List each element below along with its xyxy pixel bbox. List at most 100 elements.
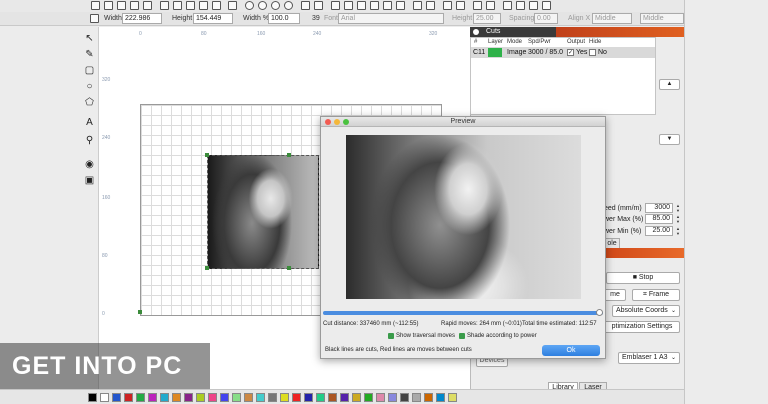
- lock-icon[interactable]: [90, 14, 99, 23]
- color-swatch[interactable]: [292, 393, 301, 402]
- power-max-stepper[interactable]: ▲ ▼: [675, 214, 681, 224]
- layer-color-swatch[interactable]: [488, 48, 502, 57]
- power-max-input[interactable]: 85.00: [645, 214, 673, 224]
- text-tool-icon[interactable]: A: [84, 117, 95, 128]
- cut-icon[interactable]: [160, 1, 169, 10]
- speed-input[interactable]: 3000: [645, 203, 673, 213]
- new-file-icon[interactable]: [91, 1, 100, 10]
- copy-icon[interactable]: [173, 1, 182, 10]
- move-layer-up-button[interactable]: ▲: [659, 79, 680, 90]
- frame-button-partial[interactable]: me: [604, 289, 626, 301]
- color-swatch[interactable]: [388, 393, 397, 402]
- color-swatch[interactable]: [136, 393, 145, 402]
- rectangle-tool-icon[interactable]: ▢: [84, 65, 95, 76]
- output-checkbox[interactable]: ✓: [567, 49, 574, 56]
- align-center-icon[interactable]: [344, 1, 353, 10]
- save-icon[interactable]: [117, 1, 126, 10]
- color-swatch[interactable]: [316, 393, 325, 402]
- power-min-stepper[interactable]: ▲ ▼: [675, 226, 681, 236]
- weld-icon[interactable]: [503, 1, 512, 10]
- width-input[interactable]: 222.986: [122, 13, 162, 24]
- color-swatch[interactable]: [400, 393, 409, 402]
- ungroup-icon[interactable]: [314, 1, 323, 10]
- color-swatch[interactable]: [268, 393, 277, 402]
- ellipse-tool-icon[interactable]: ○: [84, 81, 95, 92]
- color-swatch[interactable]: [160, 393, 169, 402]
- mirror-v-icon[interactable]: [456, 1, 465, 10]
- array-icon[interactable]: [473, 1, 482, 10]
- import-icon[interactable]: [130, 1, 139, 10]
- zoom-page-icon[interactable]: [284, 1, 293, 10]
- color-swatch[interactable]: [112, 393, 121, 402]
- distribute-h-icon[interactable]: [413, 1, 422, 10]
- resize-handle[interactable]: [205, 153, 209, 157]
- color-swatch[interactable]: [244, 393, 253, 402]
- trace-image-icon[interactable]: ▣: [84, 175, 95, 186]
- close-panel-icon[interactable]: [473, 29, 479, 35]
- show-traversal-checkbox[interactable]: [388, 333, 394, 339]
- preview-progress-slider[interactable]: [323, 311, 603, 315]
- align-bottom-icon[interactable]: [396, 1, 405, 10]
- speed-stepper[interactable]: ▲ ▼: [675, 203, 681, 213]
- align-y-select[interactable]: Middle: [640, 13, 684, 24]
- boolean-union-icon[interactable]: [516, 1, 525, 10]
- boolean-intersect-icon[interactable]: [542, 1, 551, 10]
- group-icon[interactable]: [301, 1, 310, 10]
- font-select[interactable]: Arial: [338, 13, 444, 24]
- boolean-subtract-icon[interactable]: [529, 1, 538, 10]
- color-swatch[interactable]: [436, 393, 445, 402]
- color-swatch[interactable]: [280, 393, 289, 402]
- align-x-select[interactable]: Middle: [592, 13, 632, 24]
- color-swatch[interactable]: [172, 393, 181, 402]
- undo-icon[interactable]: [199, 1, 208, 10]
- resize-handle[interactable]: [205, 266, 209, 270]
- zoom-in-icon[interactable]: [245, 1, 254, 10]
- stop-button[interactable]: ■ Stop: [606, 272, 680, 284]
- move-layer-down-button[interactable]: ▼: [659, 134, 680, 145]
- align-middle-icon[interactable]: [383, 1, 392, 10]
- color-swatch[interactable]: [148, 393, 157, 402]
- height-input[interactable]: 154.449: [193, 13, 233, 24]
- open-file-icon[interactable]: [104, 1, 113, 10]
- hide-checkbox[interactable]: [589, 49, 596, 56]
- color-swatch[interactable]: [448, 393, 457, 402]
- distribute-v-icon[interactable]: [426, 1, 435, 10]
- width-percent-input[interactable]: 100.0: [268, 13, 300, 24]
- color-swatch[interactable]: [232, 393, 241, 402]
- color-swatch[interactable]: [364, 393, 373, 402]
- color-swatch[interactable]: [340, 393, 349, 402]
- selected-image[interactable]: [207, 155, 319, 269]
- color-swatch[interactable]: [376, 393, 385, 402]
- ok-button[interactable]: Ok: [542, 345, 600, 356]
- preview-slider-knob[interactable]: [596, 309, 603, 316]
- color-swatch[interactable]: [412, 393, 421, 402]
- zoom-out-icon[interactable]: [258, 1, 267, 10]
- color-swatch[interactable]: [304, 393, 313, 402]
- redo-icon[interactable]: [212, 1, 221, 10]
- select-tool-icon[interactable]: ↖: [84, 33, 95, 44]
- pen-tool-icon[interactable]: ✎: [84, 49, 95, 60]
- measure-tool-icon[interactable]: ◉: [84, 159, 95, 170]
- resize-handle[interactable]: [287, 153, 291, 157]
- power-min-input[interactable]: 25.00: [645, 226, 673, 236]
- optimization-settings-button[interactable]: ptimization Settings: [604, 321, 680, 333]
- position-laser-icon[interactable]: ⚲: [84, 135, 95, 146]
- align-right-icon[interactable]: [357, 1, 366, 10]
- shade-power-checkbox[interactable]: [459, 333, 465, 339]
- color-swatch[interactable]: [100, 393, 109, 402]
- color-swatch[interactable]: [184, 393, 193, 402]
- coords-select[interactable]: Absolute Coords ⌄: [612, 305, 680, 317]
- export-icon[interactable]: [143, 1, 152, 10]
- zoom-fit-icon[interactable]: [271, 1, 280, 10]
- color-swatch[interactable]: [256, 393, 265, 402]
- device-select[interactable]: Emblaser 1 A3 ⌄: [618, 352, 680, 364]
- align-top-icon[interactable]: [370, 1, 379, 10]
- close-window-icon[interactable]: [325, 119, 331, 125]
- zoom-window-icon[interactable]: [343, 119, 349, 125]
- grid-array-icon[interactable]: [486, 1, 495, 10]
- align-left-icon[interactable]: [331, 1, 340, 10]
- color-swatch[interactable]: [424, 393, 433, 402]
- color-swatch[interactable]: [352, 393, 361, 402]
- color-swatch[interactable]: [208, 393, 217, 402]
- paste-icon[interactable]: [186, 1, 195, 10]
